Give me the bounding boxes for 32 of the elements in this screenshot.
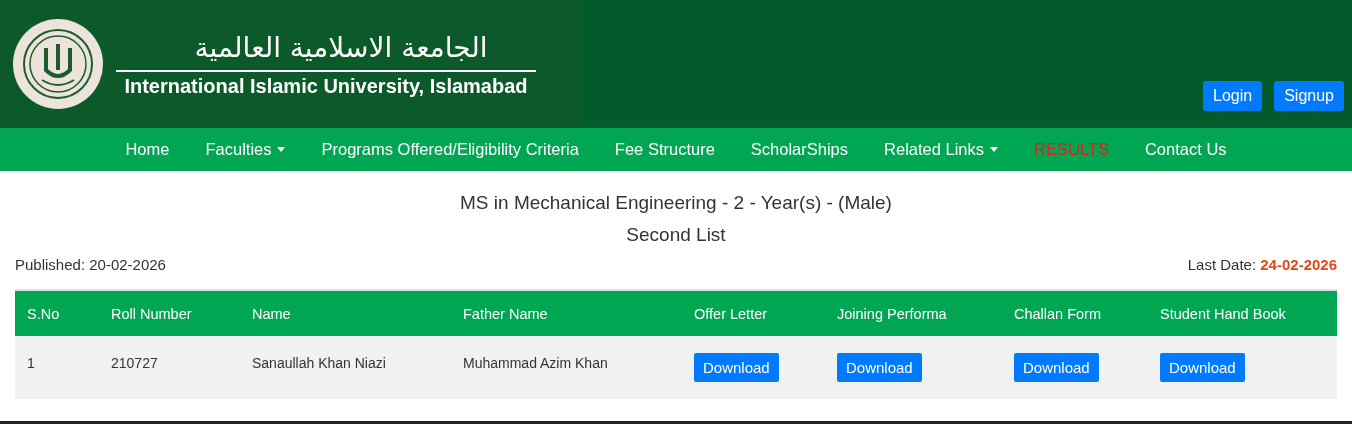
nav-link[interactable]: Fee Structure [596, 140, 733, 159]
seal-icon [12, 18, 104, 110]
nav-link[interactable]: Related Links [866, 140, 1017, 159]
download-button[interactable]: Download [837, 353, 922, 382]
auth-button[interactable]: Login [1203, 81, 1263, 111]
download-button[interactable]: Download [1160, 353, 1245, 382]
column-header: Student Hand Book [1159, 305, 1287, 322]
column-header: Challan Form [1013, 305, 1103, 322]
last-date: Last Date: 24-02-2026 [1187, 255, 1337, 275]
published-date: Published: 20-02-2026 [15, 255, 166, 275]
column-header: Joining Performa [836, 305, 948, 322]
program-title: MS in Mechanical Engineering - 2 - Year(s) - (Male) [459, 191, 893, 215]
nav-link[interactable]: Programs Offered/Eligibility Criteria [303, 140, 597, 159]
column-header: Name [251, 305, 292, 322]
download-button[interactable]: Download [1014, 353, 1099, 382]
table-cell: 210727 [111, 354, 158, 371]
list-title: Second List [625, 223, 727, 247]
column-header: S.No [26, 305, 61, 322]
table-cell: Muhammad Azim Khan [463, 354, 608, 371]
table-cell: 1 [27, 354, 35, 371]
column-header: Father Name [462, 305, 549, 322]
table-cell: Sanaullah Khan Niazi [252, 354, 386, 371]
nav-link[interactable]: Contact Us [1126, 140, 1245, 159]
arabic-title: الجامعة الاسلامية العالمية [194, 30, 488, 66]
column-header: Roll Number [110, 305, 193, 322]
column-header: Offer Letter [693, 305, 769, 322]
download-button[interactable]: Download [694, 353, 779, 382]
auth-button[interactable]: Signup [1274, 81, 1344, 111]
nav-link[interactable]: ScholarShips [732, 140, 867, 159]
nav-link[interactable]: Home [107, 140, 188, 159]
university-title: International Islamic University, Islamabad [124, 75, 528, 98]
nav-link[interactable]: Faculties [187, 140, 304, 159]
